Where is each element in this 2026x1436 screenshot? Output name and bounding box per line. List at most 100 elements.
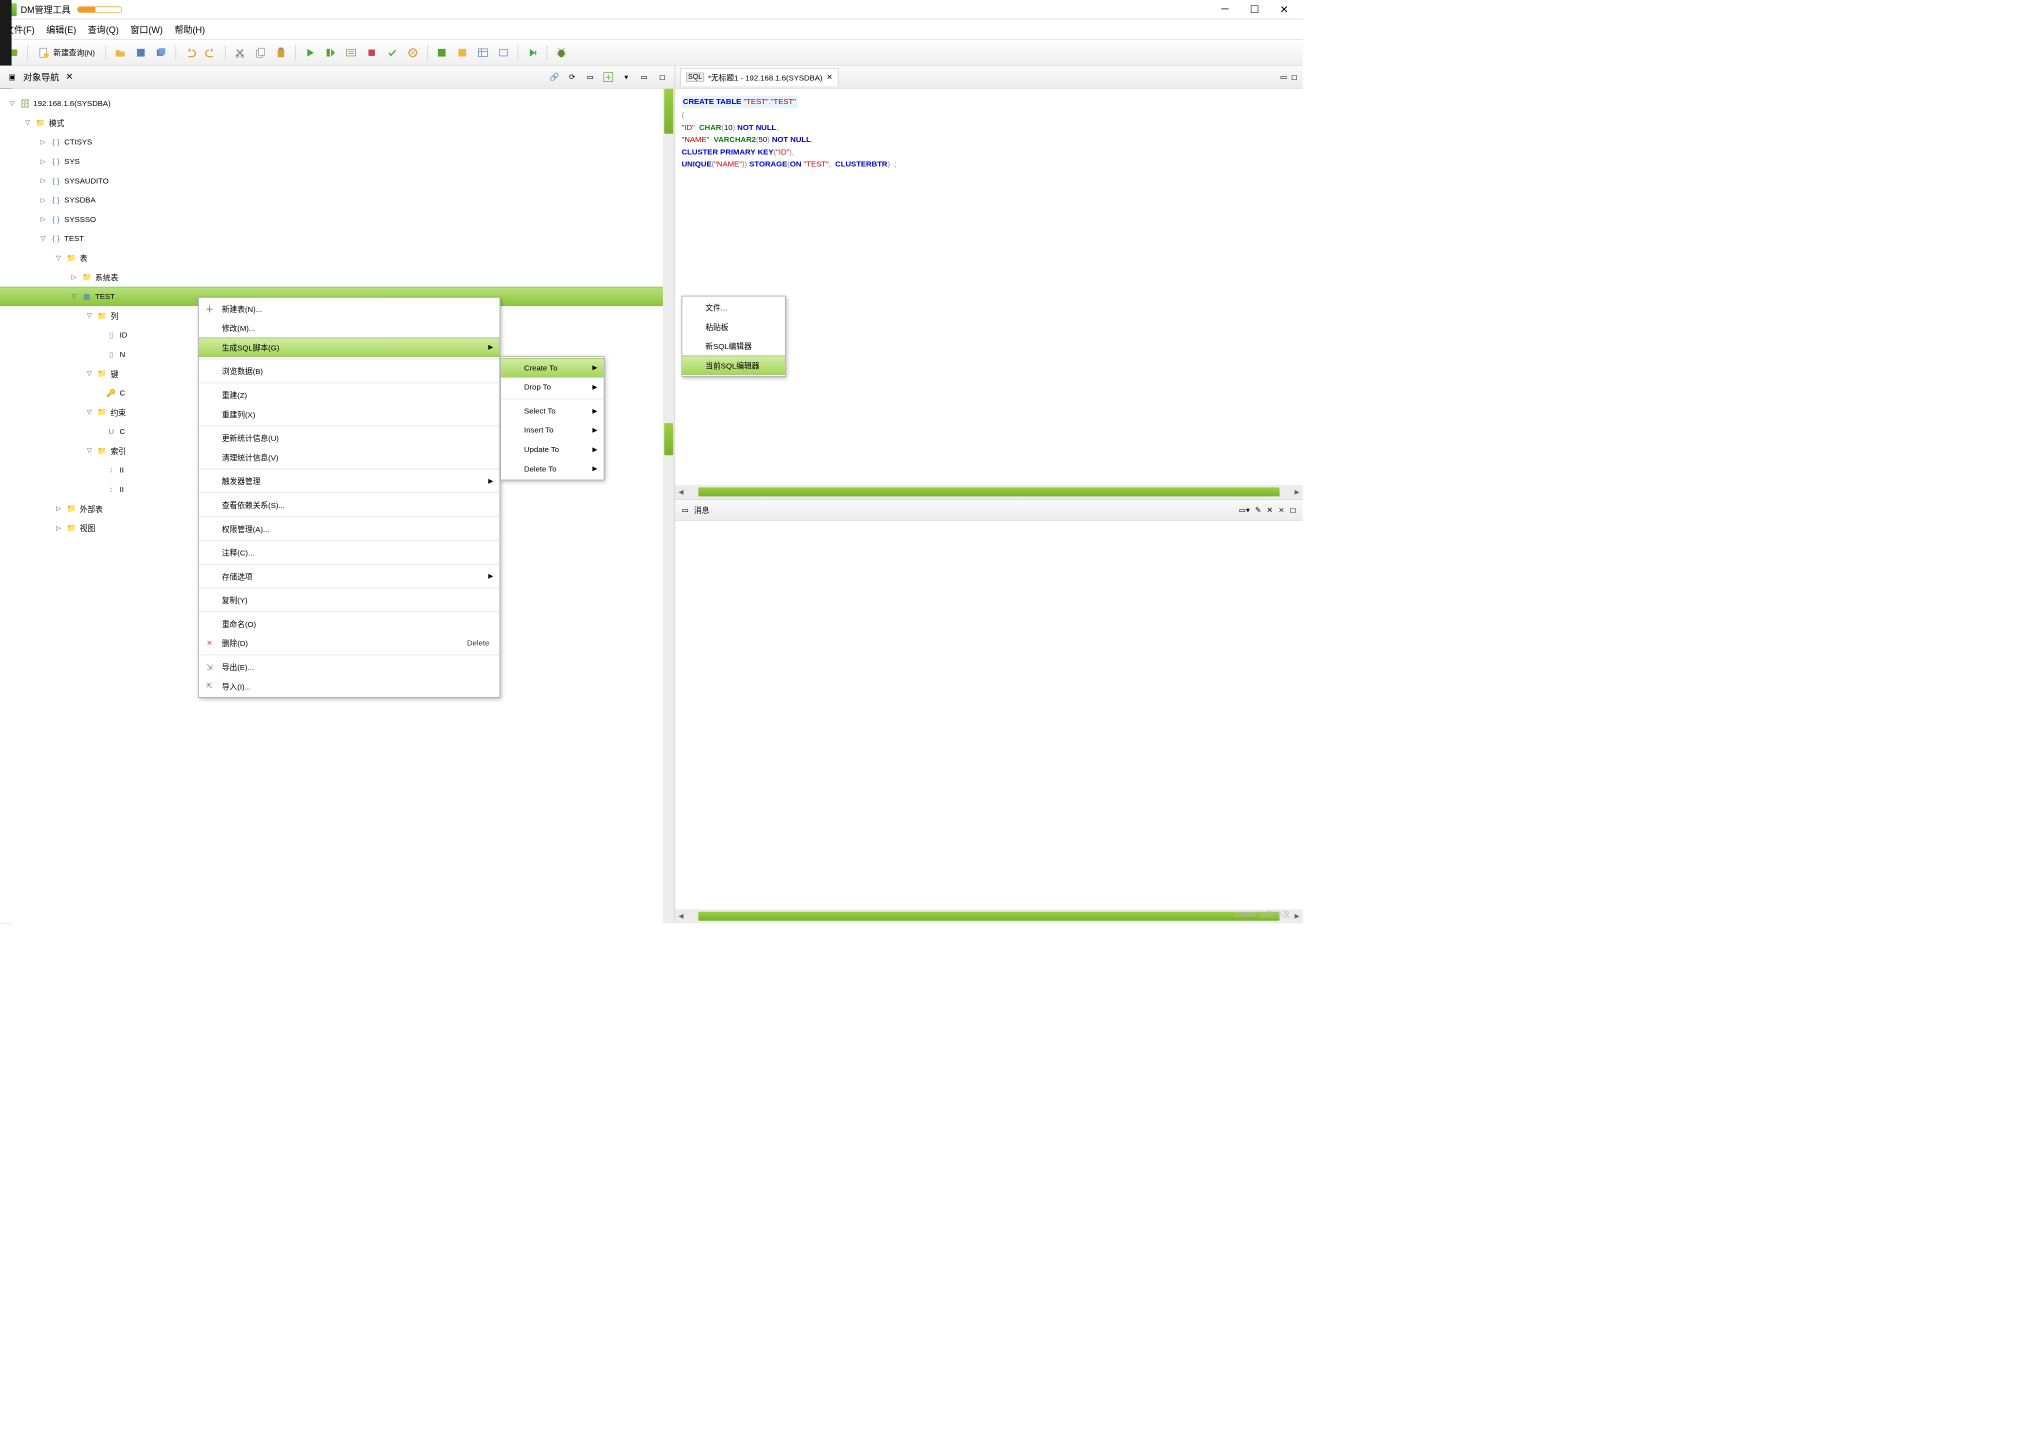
minimize-pane-icon[interactable]: ▭ — [637, 70, 651, 84]
ctx-modify[interactable]: 修改(M)... — [199, 318, 500, 337]
msg-max-icon[interactable]: ◻ — [1290, 505, 1296, 514]
editor-tab-close-icon[interactable]: ✕ — [826, 73, 832, 82]
explain-icon[interactable] — [342, 43, 360, 61]
menu-edit[interactable]: 编辑(E) — [46, 23, 76, 36]
menu-help[interactable]: 帮助(H) — [174, 23, 205, 36]
ctx-delete-to[interactable]: Delete To▶ — [501, 459, 604, 478]
open-folder-icon[interactable] — [111, 43, 129, 61]
collapse-icon[interactable]: ▭ — [583, 70, 597, 84]
expand-all-icon[interactable] — [601, 70, 615, 84]
msg-hscroll[interactable]: ◀▶ — [675, 909, 1303, 923]
stop-icon[interactable] — [362, 43, 380, 61]
ctx-new-sql-editor[interactable]: 新SQL编辑器 — [682, 336, 785, 355]
nav-icon: ▣ — [5, 70, 19, 84]
sql-editor[interactable]: CREATE TABLE "TEST"."TEST" ( "ID" CHAR(1… — [675, 89, 1303, 485]
msg-tool2-icon[interactable]: ✎ — [1255, 505, 1261, 514]
new-query-icon — [38, 47, 50, 59]
paste-icon[interactable] — [272, 43, 290, 61]
ctx-to-clipboard[interactable]: 粘贴板 — [682, 317, 785, 336]
chevron-right-icon: ▶ — [592, 364, 597, 371]
rollback-icon[interactable] — [404, 43, 422, 61]
tree-schema-test[interactable]: ▽{ }TEST — [0, 229, 675, 248]
ctx-view-deps[interactable]: 查看依赖关系(S)... — [199, 495, 500, 514]
tree-schema-folder[interactable]: ▽📁模式 — [0, 113, 675, 132]
ctx-copy[interactable]: 复制(Y) — [199, 590, 500, 609]
message-icon: ▭ — [682, 505, 689, 514]
ctx-update-stats[interactable]: 更新统计信息(U) — [199, 428, 500, 447]
chevron-right-icon: ▶ — [488, 477, 493, 484]
maximize-button[interactable]: ☐ — [1240, 0, 1270, 19]
ctx-rebuild[interactable]: 重建(Z) — [199, 385, 500, 404]
tree-system-tables[interactable]: ▷📁系统表 — [0, 267, 675, 286]
nav-pane-header: ▣ 对象导航 ✕ 🔗 ⟳ ▭ ▾ ▭ ◻ — [0, 66, 675, 89]
ctx-import[interactable]: ⇱导入(I)... — [199, 676, 500, 695]
ctx-delete[interactable]: ✕删除(D)Delete — [199, 633, 500, 652]
ctx-rename[interactable]: 重命名(O) — [199, 614, 500, 633]
ctx-clean-stats[interactable]: 清理统计信息(V) — [199, 448, 500, 467]
editor-hscroll[interactable]: ◀▶ — [675, 485, 1303, 499]
ctx-gen-sql[interactable]: 生成SQL脚本(G)▶ — [199, 338, 500, 357]
tool2-icon[interactable] — [453, 43, 471, 61]
maximize-pane-icon[interactable]: ◻ — [655, 70, 669, 84]
tree-schema-syssso[interactable]: ▷{ }SYSSSO — [0, 210, 675, 229]
ctx-drop-to[interactable]: Drop To▶ — [501, 377, 604, 396]
ctx-select-to[interactable]: Select To▶ — [501, 401, 604, 420]
minimize-button[interactable]: ─ — [1210, 0, 1240, 19]
copy-icon[interactable] — [251, 43, 269, 61]
refresh-icon[interactable]: ⟳ — [565, 70, 579, 84]
tree-tables-folder[interactable]: ▽📁表 — [0, 248, 675, 267]
msg-clear-icon[interactable]: ⨯ — [1278, 505, 1284, 514]
ctx-update-to[interactable]: Update To▶ — [501, 440, 604, 459]
ctx-trigger-mgmt[interactable]: 触发器管理▶ — [199, 471, 500, 490]
menu-window[interactable]: 窗口(W) — [130, 23, 163, 36]
commit-icon[interactable] — [383, 43, 401, 61]
tree-schema-ctisys[interactable]: ▷{ }CTISYS — [0, 132, 675, 151]
delete-icon: ✕ — [204, 637, 216, 649]
tree-schema-sys[interactable]: ▷{ }SYS — [0, 152, 675, 171]
run-step-icon[interactable] — [321, 43, 339, 61]
run-icon[interactable] — [301, 43, 319, 61]
ctx-create-to[interactable]: Create To▶ — [501, 358, 604, 377]
cut-icon[interactable] — [231, 43, 249, 61]
tool3-icon[interactable] — [474, 43, 492, 61]
bug-icon[interactable] — [552, 43, 570, 61]
msg-tool1-icon[interactable]: ▭▾ — [1239, 505, 1250, 514]
nav-close-icon[interactable]: ✕ — [66, 71, 74, 82]
export-icon: ⇲ — [204, 661, 216, 673]
chevron-right-icon: ▶ — [488, 573, 493, 580]
save-icon[interactable] — [132, 43, 150, 61]
redo-icon[interactable] — [202, 43, 220, 61]
undo-icon[interactable] — [181, 43, 199, 61]
save-all-icon[interactable] — [152, 43, 170, 61]
link-icon[interactable]: 🔗 — [547, 70, 561, 84]
message-pane-header: ▭ 消息 ▭▾ ✎ ✕ ⨯ ◻ — [675, 499, 1303, 521]
editor-max-icon[interactable]: ◻ — [1291, 72, 1297, 81]
tool4-icon[interactable] — [494, 43, 512, 61]
ctx-perm-mgmt[interactable]: 权限管理(A)... — [199, 519, 500, 538]
menu-query[interactable]: 查询(Q) — [88, 23, 119, 36]
ctx-export[interactable]: ⇲导出(E)... — [199, 657, 500, 676]
tool1-icon[interactable] — [433, 43, 451, 61]
ctx-browse[interactable]: 浏览数据(B) — [199, 361, 500, 380]
editor-min-icon[interactable]: ▭ — [1280, 72, 1287, 81]
editor-tab[interactable]: SQL *无标题1 - 192.168.1.6(SYSDBA) ✕ — [680, 68, 838, 86]
ctx-insert-to[interactable]: Insert To▶ — [501, 421, 604, 440]
ctx-storage[interactable]: 存储选项▶ — [199, 566, 500, 585]
message-pane-body — [675, 521, 1303, 909]
msg-close-icon[interactable]: ✕ — [1267, 505, 1273, 514]
ctx-comment[interactable]: 注释(C)... — [199, 543, 500, 562]
tree-schema-sysaudito[interactable]: ▷{ }SYSAUDITO — [0, 171, 675, 190]
context-submenu-target: 文件... 粘贴板 新SQL编辑器 当前SQL编辑器 — [682, 296, 786, 377]
menu-dropdown-icon[interactable]: ▾ — [619, 70, 633, 84]
nav-scrollbar[interactable] — [663, 89, 675, 924]
ctx-to-file[interactable]: 文件... — [682, 298, 785, 317]
new-query-button[interactable]: 新建查询(N) — [33, 43, 100, 61]
message-title: 消息 — [694, 504, 709, 515]
debug-run-icon[interactable] — [523, 43, 541, 61]
ctx-rebuild-col[interactable]: 重建列(X) — [199, 404, 500, 423]
ctx-new-table[interactable]: ＋新建表(N)... — [199, 299, 500, 318]
close-button[interactable]: ✕ — [1269, 0, 1299, 19]
tree-schema-sysdba[interactable]: ▷{ }SYSDBA — [0, 190, 675, 209]
tree-root[interactable]: ▽🗄192.168.1.6(SYSDBA) — [0, 94, 675, 113]
ctx-current-sql-editor[interactable]: 当前SQL编辑器 — [682, 356, 785, 375]
